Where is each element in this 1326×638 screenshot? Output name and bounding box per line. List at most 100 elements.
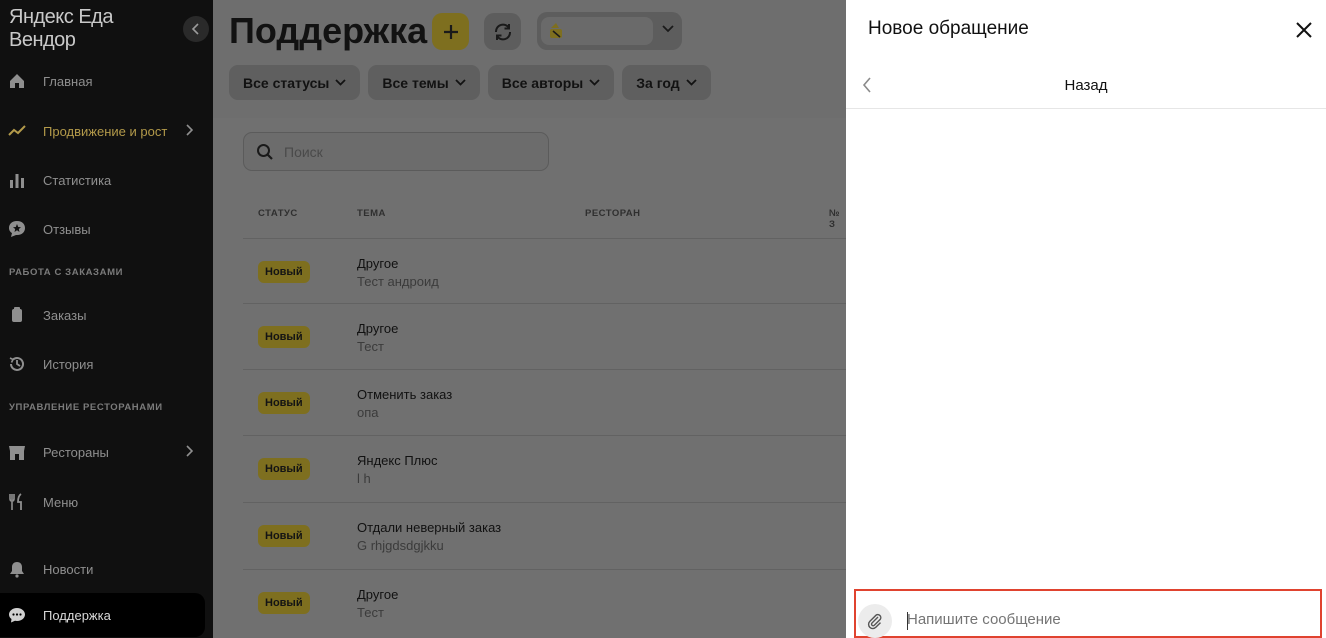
sidebar-item-label: Новости bbox=[43, 561, 94, 577]
chevron-right-icon bbox=[186, 445, 193, 457]
ticket-topic: Яндекс Плюс bbox=[357, 453, 438, 468]
close-icon[interactable] bbox=[1295, 21, 1313, 39]
sidebar-item-label: Отзывы bbox=[43, 221, 91, 237]
panel-title: Новое обращение bbox=[868, 18, 1029, 39]
text-caret bbox=[907, 612, 908, 630]
column-header-status: СТАТУС bbox=[258, 208, 298, 219]
attach-button[interactable] bbox=[858, 604, 892, 638]
paperclip-icon bbox=[867, 613, 882, 630]
app-logo: Яндекс Еда Вендор bbox=[9, 6, 113, 51]
orders-icon bbox=[8, 306, 26, 324]
home-icon bbox=[8, 72, 26, 90]
sidebar-item-label: Меню bbox=[43, 494, 79, 510]
ticket-preview: l h bbox=[357, 471, 371, 486]
collapse-sidebar-button[interactable] bbox=[183, 16, 209, 42]
table-row[interactable]: Новый Другое Тест андроид bbox=[243, 238, 846, 304]
filter-label: Все авторы bbox=[501, 74, 584, 91]
filter-period[interactable]: За год bbox=[622, 65, 711, 100]
filter-bar: Все статусы Все темы Все авторы За год bbox=[229, 65, 711, 100]
ticket-preview: Тест bbox=[357, 605, 384, 620]
sidebar-item-menu[interactable]: Меню bbox=[0, 484, 213, 520]
sidebar-item-label: Рестораны bbox=[43, 444, 109, 460]
sidebar-header: Яндекс Еда Вендор bbox=[9, 6, 209, 51]
plus-icon bbox=[443, 24, 458, 39]
status-badge: Новый bbox=[258, 525, 310, 547]
bell-icon bbox=[8, 560, 26, 578]
sidebar-item-home[interactable]: Главная bbox=[0, 63, 213, 99]
chevron-down-icon bbox=[589, 79, 600, 86]
table-row[interactable]: Новый Отменить заказ опа bbox=[243, 369, 846, 435]
column-header-restaurant: РЕСТОРАН bbox=[585, 208, 641, 219]
refresh-button[interactable] bbox=[484, 13, 521, 50]
status-badge: Новый bbox=[258, 326, 310, 348]
ticket-topic: Отменить заказ bbox=[357, 387, 453, 402]
back-label: Назад bbox=[1064, 77, 1108, 94]
restaurant-select[interactable] bbox=[537, 12, 682, 50]
sidebar-item-orders[interactable]: Заказы bbox=[0, 297, 213, 333]
column-header-order-number: № З bbox=[829, 208, 841, 230]
new-ticket-panel: Новое обращение Назад bbox=[846, 0, 1326, 638]
chevron-down-icon bbox=[335, 79, 347, 86]
search-placeholder: Поиск bbox=[284, 143, 323, 160]
main-content: Поддержка Все статусы Все темы Все автор… bbox=[213, 0, 846, 638]
table-row[interactable]: Новый Другое Тест bbox=[243, 303, 846, 369]
sidebar-item-restaurants[interactable]: Рестораны bbox=[0, 434, 213, 470]
ticket-topic: Другое bbox=[357, 321, 399, 336]
sidebar-item-support[interactable]: Поддержка bbox=[0, 593, 205, 637]
sidebar-item-statistics[interactable]: Статистика bbox=[0, 162, 213, 198]
message-input[interactable] bbox=[907, 611, 1307, 628]
reviews-icon bbox=[8, 220, 26, 238]
sidebar-item-label: Заказы bbox=[43, 307, 87, 323]
status-badge: Новый bbox=[258, 592, 310, 614]
chat-icon bbox=[8, 606, 26, 624]
status-badge: Новый bbox=[258, 392, 310, 414]
sidebar-item-reviews[interactable]: Отзывы bbox=[0, 211, 213, 247]
sidebar-item-promotion[interactable]: Продвижение и рост bbox=[0, 113, 213, 149]
table-row[interactable]: Новый Яндекс Плюс l h bbox=[243, 435, 846, 501]
ticket-preview: G rhjgdsdgjkku bbox=[357, 538, 444, 553]
trend-up-icon bbox=[8, 122, 26, 140]
ticket-preview: опа bbox=[357, 405, 379, 420]
chevron-left-icon bbox=[191, 23, 199, 35]
status-badge: Новый bbox=[258, 458, 310, 480]
refresh-icon bbox=[494, 23, 511, 40]
sidebar: Яндекс Еда Вендор Главная Продвижение и … bbox=[0, 0, 213, 638]
sidebar-item-history[interactable]: История bbox=[0, 346, 213, 382]
filter-topic[interactable]: Все темы bbox=[368, 65, 480, 100]
filter-label: За год bbox=[636, 74, 680, 91]
sidebar-item-label: Продвижение и рост bbox=[43, 123, 168, 139]
restaurant-avatar-icon bbox=[550, 23, 562, 38]
search-icon bbox=[257, 143, 273, 160]
table-row[interactable]: Новый Отдали неверный заказ G rhjgdsdgjk… bbox=[243, 502, 846, 568]
message-composer bbox=[854, 589, 1322, 638]
section-restaurants: УПРАВЛЕНИЕ РЕСТОРАНАМИ bbox=[9, 402, 163, 413]
sidebar-item-label: История bbox=[43, 356, 94, 372]
add-ticket-button[interactable] bbox=[432, 13, 469, 50]
table-row[interactable]: Новый Другое Тест bbox=[243, 569, 846, 635]
chevron-down-icon bbox=[685, 79, 697, 86]
filter-label: Все темы bbox=[382, 74, 449, 91]
chevron-down-icon bbox=[662, 25, 674, 33]
sidebar-item-label: Главная bbox=[43, 73, 93, 89]
ticket-topic: Отдали неверный заказ bbox=[357, 520, 502, 535]
restaurant-select-value bbox=[541, 17, 653, 45]
filter-status[interactable]: Все статусы bbox=[229, 65, 361, 100]
sidebar-item-news[interactable]: Новости bbox=[0, 551, 213, 587]
ticket-topic: Другое bbox=[357, 587, 399, 602]
sidebar-item-label: Статистика bbox=[43, 172, 112, 188]
filter-label: Все статусы bbox=[243, 74, 330, 91]
page-title: Поддержка bbox=[229, 10, 428, 51]
bar-chart-icon bbox=[8, 171, 26, 189]
sidebar-item-label: Поддержка bbox=[43, 607, 111, 623]
status-badge: Новый bbox=[258, 261, 310, 283]
search-input[interactable]: Поиск bbox=[243, 132, 549, 171]
ticket-preview: Тест андроид bbox=[357, 274, 439, 289]
column-header-topic: ТЕМА bbox=[357, 208, 386, 219]
back-button[interactable]: Назад bbox=[846, 62, 1326, 109]
section-orders: РАБОТА С ЗАКАЗАМИ bbox=[9, 267, 124, 278]
store-icon bbox=[8, 443, 26, 461]
chevron-down-icon bbox=[455, 79, 466, 86]
history-icon bbox=[8, 355, 26, 373]
ticket-preview: Тест bbox=[357, 339, 384, 354]
filter-author[interactable]: Все авторы bbox=[487, 65, 615, 100]
